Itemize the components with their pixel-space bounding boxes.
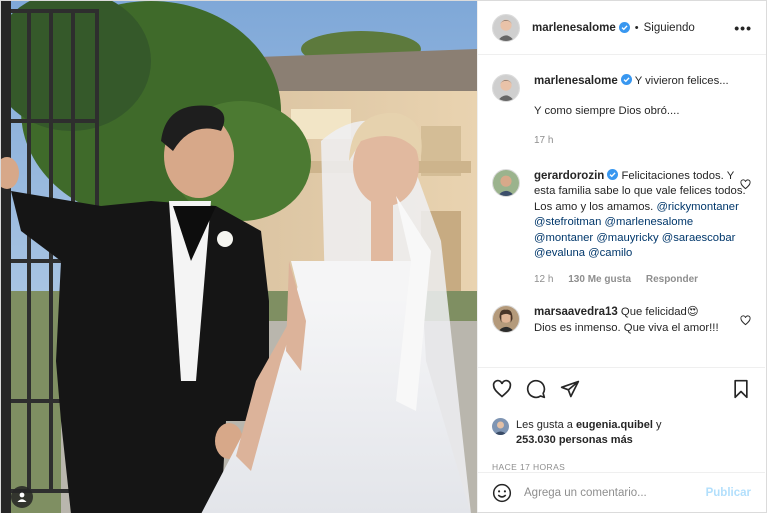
commenter-avatar[interactable] bbox=[492, 168, 520, 197]
comments-list[interactable]: marlenesalome Y vivieron felices... Y co… bbox=[478, 56, 765, 366]
separator-dot: • bbox=[634, 21, 639, 34]
verified-badge-icon bbox=[618, 22, 630, 33]
comment-likes[interactable]: 130 Me gusta bbox=[568, 274, 631, 285]
comment-button[interactable] bbox=[526, 379, 546, 399]
commenter-avatar[interactable] bbox=[492, 305, 520, 333]
follow-status-button[interactable]: Siguiendo bbox=[644, 22, 695, 34]
heart-icon[interactable] bbox=[740, 315, 751, 326]
heart-icon bbox=[492, 379, 512, 398]
caption-text-2: Y como siempre Dios obró.... bbox=[534, 104, 680, 117]
post-side-panel: marlenesalome • Siguiendo ••• marlenesal… bbox=[477, 1, 766, 512]
verified-badge-icon bbox=[620, 74, 632, 85]
instagram-post: marlenesalome • Siguiendo ••• marlenesal… bbox=[0, 0, 767, 513]
likes-conj: y bbox=[656, 419, 662, 431]
comment-text: Que felicidad bbox=[620, 306, 687, 318]
comment-time[interactable]: 17 h bbox=[534, 135, 553, 146]
share-icon bbox=[560, 380, 580, 398]
user-tag-button[interactable] bbox=[11, 486, 33, 508]
caption-text: Y vivieron felices... bbox=[634, 75, 729, 87]
publish-button[interactable]: Publicar bbox=[706, 487, 751, 499]
heart-icon[interactable] bbox=[740, 178, 751, 190]
caption: marlenesalome Y vivieron felices... Y co… bbox=[492, 74, 751, 149]
likes-count[interactable]: 253.030 personas más bbox=[516, 434, 633, 446]
liker-avatar[interactable] bbox=[492, 418, 509, 435]
author-username[interactable]: marlenesalome bbox=[532, 22, 616, 34]
emoji-button[interactable] bbox=[492, 483, 512, 503]
author-avatar[interactable] bbox=[492, 74, 520, 102]
comment-username[interactable]: marsaavedra13 bbox=[534, 306, 618, 318]
post-header: marlenesalome • Siguiendo ••• bbox=[478, 1, 766, 55]
like-button[interactable] bbox=[492, 379, 512, 399]
bookmark-icon bbox=[734, 379, 748, 399]
comment-text-2: Dios es inmenso. Que viva el amor!!! bbox=[534, 321, 719, 334]
comment-item: marsaavedra13 Que felicidad😍 Dios es inm… bbox=[492, 305, 751, 336]
post-photo[interactable] bbox=[1, 1, 477, 513]
save-button[interactable] bbox=[731, 379, 751, 399]
post-actions: Les gusta a eugenia.quibel y 253.030 per… bbox=[478, 367, 765, 472]
likes-prefix: Les gusta a bbox=[516, 419, 573, 431]
verified-badge-icon bbox=[607, 168, 619, 180]
wedding-photo bbox=[1, 1, 477, 513]
comment-icon bbox=[526, 379, 546, 399]
more-options-button[interactable]: ••• bbox=[734, 20, 752, 36]
add-comment-bar: Publicar bbox=[478, 472, 765, 512]
reply-button[interactable]: Responder bbox=[646, 274, 698, 285]
user-tag-icon bbox=[17, 492, 27, 502]
emoji-icon bbox=[492, 483, 512, 502]
likes-summary: Les gusta a eugenia.quibel y 253.030 per… bbox=[492, 418, 751, 448]
comment-item: gerardorozin Felicitaciones todos. Y est… bbox=[492, 168, 751, 288]
comment-username[interactable]: marlenesalome bbox=[534, 75, 618, 87]
post-timestamp[interactable]: HACE 17 HORAS bbox=[492, 462, 751, 472]
comment-input[interactable] bbox=[524, 486, 706, 499]
heart-eyes-emoji: 😍 bbox=[686, 306, 699, 318]
comment-username[interactable]: gerardorozin bbox=[534, 170, 604, 182]
liker-username[interactable]: eugenia.quibel bbox=[576, 419, 653, 431]
share-button[interactable] bbox=[560, 379, 580, 399]
comment-time[interactable]: 12 h bbox=[534, 274, 553, 285]
author-avatar[interactable] bbox=[492, 13, 520, 42]
